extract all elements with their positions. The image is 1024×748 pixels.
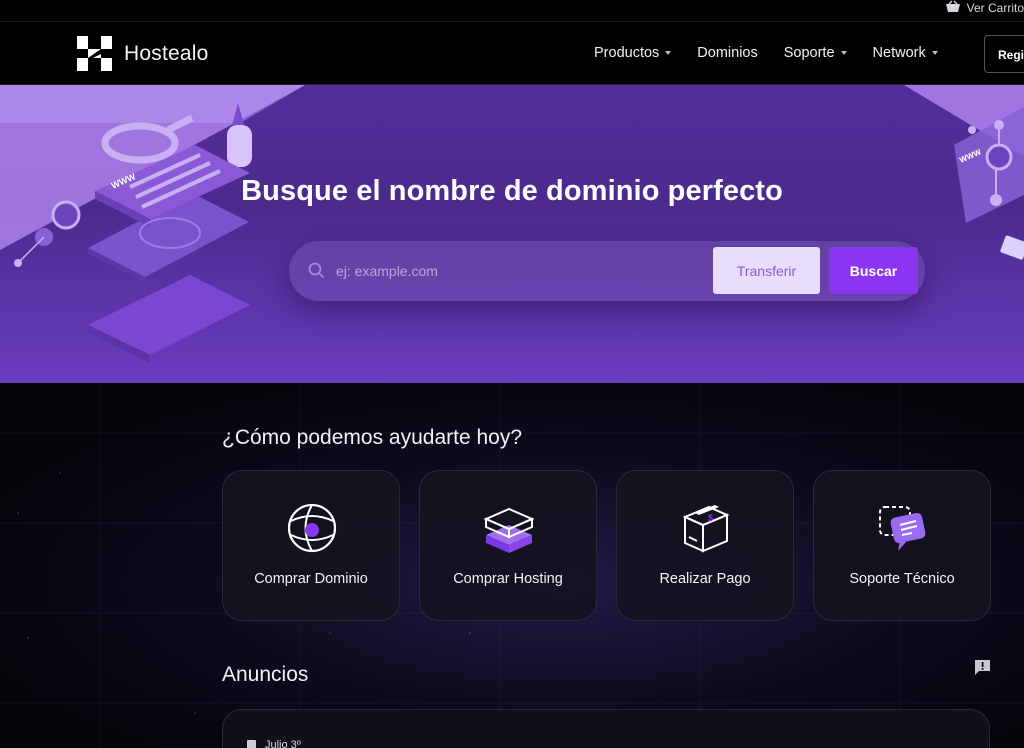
nav-item-dominios[interactable]: Dominios	[697, 45, 757, 61]
globe-icon	[287, 503, 337, 553]
view-cart-link[interactable]: Ver Carrito	[945, 0, 1024, 15]
caret-down-icon	[931, 51, 938, 55]
domain-illustration-right: WWW	[904, 85, 1024, 260]
view-cart-label: Ver Carrito	[966, 0, 1024, 15]
domain-search-hero: WWW WWW Busque el nombre de dominio perf…	[0, 85, 1024, 383]
card-label: Realizar Pago	[659, 571, 751, 587]
card-label: Comprar Hosting	[453, 571, 563, 587]
brand-name: Hostealo	[124, 41, 209, 65]
domain-illustration-left: WWW	[0, 85, 305, 363]
nav-item-soporte[interactable]: Soporte	[784, 45, 847, 61]
payment-box-icon: $	[682, 505, 730, 553]
search-icon	[308, 262, 325, 279]
brand-logo[interactable]: Hostealo	[77, 36, 208, 71]
calendar-icon	[247, 740, 256, 748]
register-button[interactable]: Registrarse	[984, 35, 1024, 73]
quick-actions: Comprar Dominio Comprar Hosting $ Realiz…	[222, 470, 991, 621]
nav-item-label: Soporte	[783, 45, 835, 61]
hostealo-logo-icon	[77, 36, 112, 71]
top-bar: Ver Carrito	[0, 0, 1024, 22]
tech-support-card[interactable]: Soporte Técnico	[813, 470, 991, 621]
nav-item-label: Productos	[594, 45, 660, 61]
announcement-card[interactable]: Julio 3º	[222, 709, 990, 748]
card-label: Comprar Dominio	[254, 571, 368, 587]
nav-item-label: Dominios	[697, 45, 758, 61]
caret-down-icon	[840, 51, 847, 55]
nav-item-network[interactable]: Network	[873, 45, 938, 61]
nav-item-label: Network	[872, 45, 926, 61]
hero-title: Busque el nombre de dominio perfecto	[241, 175, 783, 207]
domain-search-bar: Transferir Buscar	[289, 241, 925, 301]
main-navbar: Hostealo Productos Dominios Soporte Netw…	[0, 22, 1024, 85]
announcements-title: Anuncios	[222, 663, 309, 686]
domain-search-input[interactable]	[336, 259, 686, 283]
nav-item-productos[interactable]: Productos	[594, 45, 672, 61]
feedback-icon[interactable]	[974, 659, 991, 676]
chat-bubbles-icon	[879, 506, 926, 551]
announcement-date: Julio 3º	[247, 739, 301, 748]
caret-down-icon	[665, 51, 672, 55]
announcement-date-label: Julio 3º	[265, 739, 301, 748]
search-button[interactable]: Buscar	[829, 247, 918, 294]
card-label: Soporte Técnico	[849, 571, 955, 587]
nav-menu: Productos Dominios Soporte Network	[594, 45, 964, 61]
buy-hosting-card[interactable]: Comprar Hosting	[419, 470, 597, 621]
transfer-button[interactable]: Transferir	[713, 247, 820, 294]
server-stack-icon	[483, 507, 535, 553]
make-payment-card[interactable]: $ Realizar Pago	[616, 470, 794, 621]
basket-icon	[945, 0, 961, 16]
buy-domain-card[interactable]: Comprar Dominio	[222, 470, 400, 621]
main-content: ¿Cómo podemos ayudarte hoy? Comprar Domi…	[0, 383, 1024, 748]
svg-text:$: $	[708, 513, 713, 523]
help-section-title: ¿Cómo podemos ayudarte hoy?	[222, 426, 522, 449]
